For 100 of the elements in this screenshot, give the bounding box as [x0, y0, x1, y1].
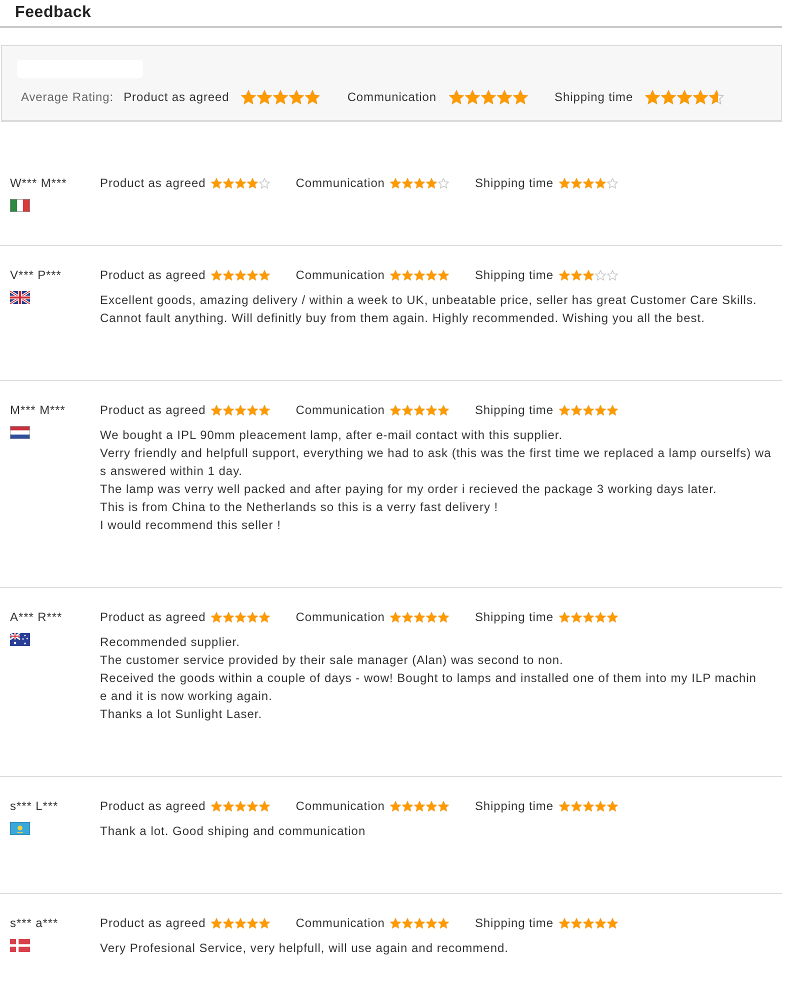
- star-icon: [258, 270, 270, 280]
- star-icon: [570, 918, 582, 928]
- star-icon: [390, 612, 401, 622]
- star-icon: [426, 178, 437, 188]
- star-icon: [594, 918, 606, 928]
- star-icon: [438, 612, 449, 622]
- star-icon: [234, 178, 246, 188]
- rating-label: Product as agreed: [100, 609, 206, 626]
- star-icon: [512, 90, 528, 104]
- star-icon: [210, 800, 222, 812]
- star-icon: [402, 178, 413, 188]
- star-icon: [390, 270, 401, 280]
- star-icon: [582, 270, 594, 280]
- page-title: Feedback: [15, 3, 92, 23]
- star-icon: [222, 612, 234, 622]
- star-icon: [438, 918, 449, 928]
- star-icon: [246, 800, 258, 812]
- star-icon: [390, 404, 401, 416]
- star-icon: [570, 270, 582, 280]
- star-icon: [582, 178, 594, 188]
- star-icon: [438, 800, 449, 812]
- star-icon: [246, 918, 258, 928]
- star-icon: [438, 270, 449, 280]
- star-icon: [390, 178, 401, 188]
- star-icon: [426, 270, 437, 280]
- star-icon: [464, 90, 480, 104]
- reviewer-name: V*** P***: [10, 267, 62, 284]
- star-icon: [414, 404, 425, 416]
- star-icon: [582, 404, 594, 416]
- star-icon: [222, 918, 234, 928]
- star-icon: [414, 612, 425, 622]
- star-icon: [305, 90, 320, 104]
- reviewer-name: s*** L***: [10, 798, 60, 815]
- star-icon: [693, 90, 708, 104]
- star-icon: [645, 90, 660, 104]
- star-icon: [606, 178, 618, 188]
- rating-label: Shipping time: [554, 89, 634, 106]
- star-icon: [390, 918, 401, 928]
- star-icon: [222, 800, 234, 812]
- star-icon: [606, 270, 618, 280]
- rating-label: Shipping time: [474, 267, 554, 284]
- star-icon: [606, 918, 618, 928]
- reviewer-name: W*** M***: [10, 175, 68, 192]
- star-icon: [558, 404, 570, 416]
- rating-label: Product as agreed: [100, 402, 206, 419]
- rating-label: Shipping time: [474, 175, 554, 192]
- star-icon: [582, 800, 594, 812]
- star-icon: [661, 90, 676, 104]
- star-icon: [258, 404, 270, 416]
- star-icon: [222, 270, 234, 280]
- star-icon: [438, 404, 449, 416]
- star-icon: [258, 612, 270, 622]
- star-icon: [606, 404, 618, 416]
- star-icon: [402, 404, 413, 416]
- star-icon: [594, 404, 606, 416]
- star-icon: [606, 800, 618, 812]
- star-icon: [438, 178, 449, 188]
- star-icon: [273, 90, 288, 104]
- star-icon: [390, 800, 401, 812]
- star-icon: [210, 918, 222, 928]
- star-icon: [257, 90, 272, 104]
- rating-label: Shipping time: [474, 798, 554, 815]
- rating-label: Shipping time: [474, 915, 554, 932]
- reviewer-name: A*** R***: [10, 609, 64, 626]
- star-icon: [210, 404, 222, 416]
- rating-label: Product as agreed: [100, 798, 206, 815]
- star-icon: [582, 612, 594, 622]
- rating-label: Shipping time: [474, 609, 554, 626]
- star-icon: [480, 90, 496, 104]
- star-icon: [402, 612, 413, 622]
- star-icon: [234, 800, 246, 812]
- star-icon: [426, 918, 437, 928]
- star-icon: [258, 178, 270, 188]
- review-text: Recommended supplier. The customer service provided by their sale manager (Alan) was second to non. Received the goods within a couple of days - wow! Bought to lamps and installed one of them into my ILP machin e and it is now working again. Thanks a lot Sunlight Laser.: [100, 634, 758, 723]
- star-icon: [414, 918, 425, 928]
- star-icon: [234, 612, 246, 622]
- star-icon: [594, 800, 606, 812]
- star-icon: [414, 800, 425, 812]
- rating-label: Product as agreed: [100, 915, 206, 932]
- star-icon: [246, 612, 258, 622]
- rating-label: Communication: [296, 175, 385, 192]
- star-icon: [558, 178, 570, 188]
- star-icon: [234, 404, 246, 416]
- star-icon: [606, 612, 618, 622]
- reviewer-name: M*** M***: [10, 402, 66, 419]
- star-icon: [677, 90, 692, 104]
- average-rating-label: Average Rating:: [21, 89, 114, 106]
- star-icon: [246, 178, 258, 188]
- star-icon: [234, 270, 246, 280]
- star-icon: [558, 800, 570, 812]
- reviewer-name: s*** a***: [10, 915, 60, 932]
- rating-label: Shipping time: [474, 402, 554, 419]
- rating-label: Communication: [296, 267, 385, 284]
- star-icon: [558, 270, 570, 280]
- star-icon: [594, 612, 606, 622]
- rating-label: Communication: [296, 915, 385, 932]
- star-icon: [570, 404, 582, 416]
- star-icon: [426, 800, 437, 812]
- rating-label: Communication: [296, 609, 385, 626]
- rating-label: Product as agreed: [124, 89, 230, 106]
